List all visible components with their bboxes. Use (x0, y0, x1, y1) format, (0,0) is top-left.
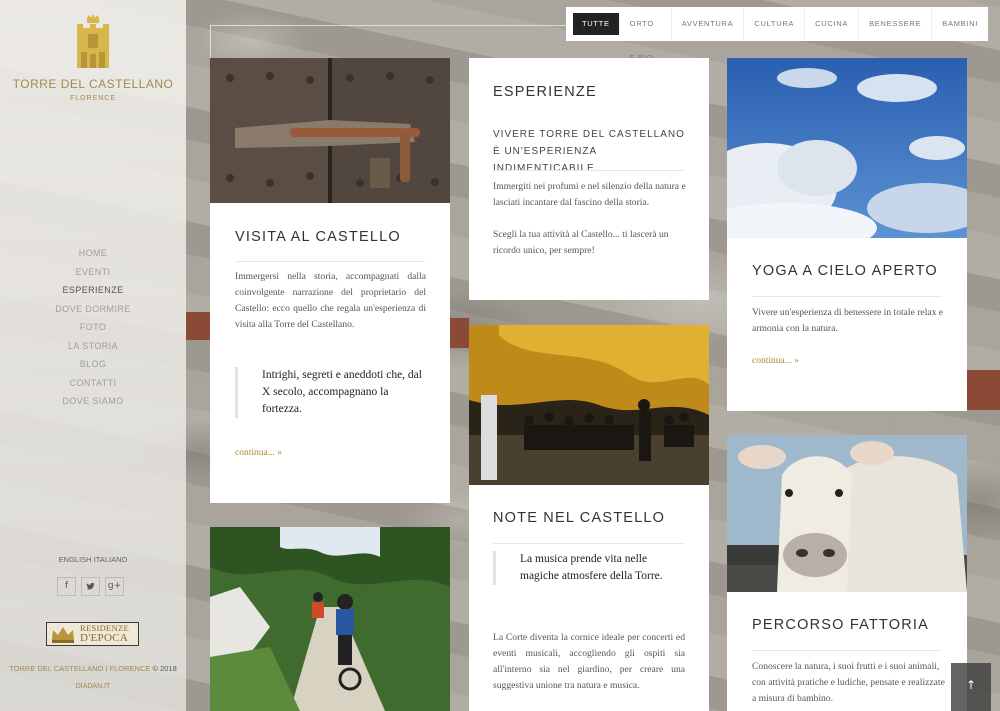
main-nav: HOME EVENTI ESPERIENZE DOVE DORMIRE FOTO… (0, 244, 186, 411)
filter-benessere[interactable]: BENESSERE (859, 7, 933, 41)
copyright: TORRE DEL CASTELLANO | FLORENCE © 2018 (0, 664, 186, 673)
card-esperienze: ESPERIENZE VIVERE TORRE DEL CASTELLANO È… (469, 58, 709, 300)
nav-item-esperienze[interactable]: ESPERIENZE (0, 281, 186, 300)
divider (235, 261, 425, 262)
card-title[interactable]: NOTE NEL CASTELLO (493, 510, 665, 526)
card-title[interactable]: VISITA AL CASTELLO (235, 229, 401, 245)
nav-item-home[interactable]: HOME (0, 244, 186, 263)
lang-italiano[interactable]: ITALIANO (94, 555, 128, 564)
card-title[interactable]: PERCORSO FATTORIA (752, 617, 929, 633)
filter-avventura[interactable]: AVVENTURA (672, 7, 745, 41)
card-quote: Intrighi, segreti e aneddoti che, dal X … (235, 367, 425, 418)
social-links: f g+ (57, 577, 124, 596)
card-title[interactable]: YOGA A CIELO APERTO (752, 263, 938, 279)
nav-item-blog[interactable]: BLOG (0, 355, 186, 374)
brick-decoration (186, 312, 210, 340)
language-switcher: ENGLISH ITALIANO (0, 555, 186, 564)
card-text: Immergiti nei profumi e nel silenzio del… (493, 181, 686, 208)
twitter-icon[interactable] (81, 577, 100, 596)
card-text: Vivere un'esperienza di benessere in tot… (752, 307, 944, 334)
nav-item-foto[interactable]: FOTO (0, 318, 186, 337)
nav-item-dove-dormire[interactable]: DOVE DORMIRE (0, 300, 186, 319)
nav-item-eventi[interactable]: EVENTI (0, 263, 186, 282)
card-text: Scegli la tua attività al Castello... ti… (493, 229, 669, 256)
sky-clouds-photo[interactable] (727, 58, 967, 238)
card-text: Conoscere la natura, i suoi frutti e i s… (752, 661, 945, 704)
copyright-name[interactable]: TORRE DEL CASTELLANO | FLORENCE (9, 664, 150, 673)
card-visita-al-castello: VISITA AL CASTELLO Immergersi nella stor… (210, 203, 450, 503)
door-latch-photo[interactable] (210, 58, 450, 203)
divider (493, 170, 685, 171)
scroll-to-top-button[interactable]: ↑ (951, 663, 991, 711)
brick-decoration (450, 318, 469, 348)
nav-item-la-storia[interactable]: LA STORIA (0, 337, 186, 356)
residenze-epoca-logo[interactable]: RESIDENZE D'EPOCA (46, 622, 139, 646)
copyright-year: © 2018 (152, 664, 177, 673)
divider (752, 296, 942, 297)
divider (752, 650, 942, 651)
nav-item-dove-siamo[interactable]: DOVE SIAMO (0, 392, 186, 411)
filter-bambini[interactable]: BAMBINI (932, 7, 988, 41)
filter-cultura[interactable]: CULTURA (744, 7, 806, 41)
card-text: La Corte diventa la cornice ideale per c… (493, 632, 685, 691)
cow-photo[interactable] (727, 435, 967, 592)
brand-subtitle: FLORENCE (69, 95, 117, 102)
brick-decoration (967, 370, 1000, 410)
filter-bar: TUTTE ORTO E BIO AVVENTURA CULTURA CUCIN… (566, 7, 988, 62)
continua-link[interactable]: continua... » (235, 448, 282, 458)
crown-icon (52, 627, 74, 643)
lang-english[interactable]: ENGLISH (59, 555, 92, 564)
mountain-bike-photo[interactable] (210, 527, 450, 711)
nav-item-contatti[interactable]: CONTATTI (0, 374, 186, 393)
google-plus-icon[interactable]: g+ (105, 577, 124, 596)
continua-link[interactable]: continua... » (752, 356, 799, 366)
card-percorso-fattoria: PERCORSO FATTORIA Conoscere la natura, i… (727, 592, 967, 711)
filter-orto-e-bio[interactable]: ORTO E BIO (620, 7, 672, 62)
card-text: Immergersi nella storia, accompagnati da… (235, 271, 426, 330)
castle-crest-icon[interactable] (74, 14, 112, 70)
card-yoga: YOGA A CIELO APERTO Vivere un'esperienza… (727, 238, 967, 411)
frame-line (210, 25, 211, 58)
divider (493, 543, 685, 544)
residenze-line2: D'EPOCA (80, 632, 129, 644)
filter-tutte[interactable]: TUTTE (573, 13, 620, 35)
concert-photo[interactable] (469, 325, 709, 485)
sidebar: TORRE DEL CASTELLANO FLORENCE HOME EVENT… (0, 0, 186, 711)
card-note-nel-castello: NOTE NEL CASTELLO La musica prende vita … (469, 485, 709, 711)
frame-line (210, 25, 566, 26)
brand-title[interactable]: TORRE DEL CASTELLANO (0, 77, 186, 91)
card-quote: La musica prende vita nelle magiche atmo… (493, 551, 673, 585)
facebook-icon[interactable]: f (57, 577, 76, 596)
card-title: ESPERIENZE (493, 84, 597, 100)
filter-cucina[interactable]: CUCINA (805, 7, 860, 41)
credit-link[interactable]: DIADAN.IT (0, 683, 186, 690)
